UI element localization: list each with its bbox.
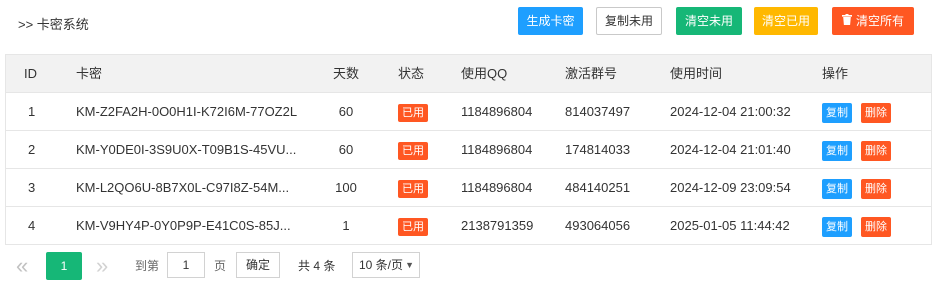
cell-id: 2 [28,142,36,157]
cell-card: KM-V9HY4P-0Y0P9P-E41C0S-85J... [76,218,291,233]
cell-qq: 1184896804 [461,180,533,195]
table-row: 1 KM-Z2FA2H-0O0H1I-K72I6M-77OZ2L 60 已用 1… [6,93,931,131]
total-count: 共 4 条 [298,259,336,273]
clear-all-label: 清空所有 [855,14,904,28]
prev-page-icon[interactable]: « [16,252,28,280]
page-unit-label: 页 [214,259,227,273]
cell-qq: 1184896804 [461,104,533,119]
col-header-days: 天数 [333,66,360,81]
cell-days: 60 [338,104,354,119]
delete-row-button[interactable]: 删除 [861,102,891,123]
top-bar: >> 卡密系统 生成卡密 复制未用 清空未用 清空已用 清空所有 [0,0,935,44]
cell-card: KM-L2QO6U-8B7X0L-C97I8Z-54M... [76,180,290,195]
col-header-group: 激活群号 [565,66,618,81]
col-header-status: 状态 [398,66,425,81]
next-page-icon[interactable]: » [96,252,108,280]
cell-status: 已用 [398,93,438,130]
cell-id: 1 [28,104,36,119]
page-size-value: 10 条/页 [359,258,404,272]
cell-status: 已用 [398,169,438,206]
status-badge: 已用 [398,103,428,122]
page-size-select[interactable]: 10 条/页 ▼ [352,252,420,278]
table-row: 4 KM-V9HY4P-0Y0P9P-E41C0S-85J... 1 已用 21… [6,207,931,245]
cell-time: 2025-01-05 11:44:42 [670,218,790,233]
cell-ops: 复制 删除 [822,131,922,168]
chevron-down-icon: ▼ [405,260,414,270]
cell-ops: 复制 删除 [822,93,922,130]
table-row: 3 KM-L2QO6U-8B7X0L-C97I8Z-54M... 100 已用 … [6,169,931,207]
cell-time: 2024-12-09 23:09:54 [670,180,791,195]
cell-group: 493064056 [565,218,631,233]
clear-all-button[interactable]: 清空所有 [832,7,914,35]
col-header-id: ID [24,66,37,81]
delete-row-button[interactable]: 删除 [861,140,891,161]
cell-qq: 2138791359 [461,218,534,233]
cell-ops: 复制 删除 [822,207,922,244]
col-header-card: 卡密 [76,66,103,81]
table-row: 2 KM-Y0DE0I-3S9U0X-T09B1S-45VU... 60 已用 … [6,131,931,169]
card-table: ID 卡密 天数 状态 使用QQ 激活群号 使用时间 操作 1 KM-Z2FA2… [5,54,932,245]
copy-row-button[interactable]: 复制 [822,102,852,123]
cell-status: 已用 [398,207,438,244]
pagination: « 1 » 到第 1 页 确定 共 4 条 10 条/页 ▼ [0,244,935,288]
cell-id: 4 [28,218,36,233]
copy-row-button[interactable]: 复制 [822,178,852,199]
copy-row-button[interactable]: 复制 [822,216,852,237]
cell-group: 484140251 [565,180,631,195]
cell-status: 已用 [398,131,438,168]
copy-unused-button[interactable]: 复制未用 [596,7,662,35]
confirm-button[interactable]: 确定 [236,252,280,278]
cell-time: 2024-12-04 21:01:40 [670,142,791,157]
cell-card: KM-Z2FA2H-0O0H1I-K72I6M-77OZ2L [76,104,298,119]
cell-id: 3 [28,180,36,195]
current-page-button[interactable]: 1 [46,252,82,280]
goto-label: 到第 [135,259,160,273]
cell-days: 60 [338,142,354,157]
copy-row-button[interactable]: 复制 [822,140,852,161]
cell-qq: 1184896804 [461,142,533,157]
clear-unused-button[interactable]: 清空未用 [676,7,742,35]
generate-card-button[interactable]: 生成卡密 [518,7,583,35]
cell-days: 100 [335,180,357,195]
col-header-ops: 操作 [822,66,849,81]
cell-card: KM-Y0DE0I-3S9U0X-T09B1S-45VU... [76,142,297,157]
col-header-time: 使用时间 [670,66,723,81]
status-badge: 已用 [398,179,428,198]
table-header: ID 卡密 天数 状态 使用QQ 激活群号 使用时间 操作 [6,55,931,93]
page-title: >> 卡密系统 [18,17,89,32]
cell-group: 814037497 [565,104,631,119]
col-header-qq: 使用QQ [461,66,508,81]
delete-row-button[interactable]: 删除 [861,178,891,199]
cell-group: 174814033 [565,142,631,157]
clear-used-button[interactable]: 清空已用 [754,7,818,35]
cell-ops: 复制 删除 [822,169,922,206]
page-number-input[interactable]: 1 [167,252,205,278]
delete-row-button[interactable]: 删除 [861,216,891,237]
status-badge: 已用 [398,217,428,236]
cell-time: 2024-12-04 21:00:32 [670,104,791,119]
cell-days: 1 [342,218,350,233]
status-badge: 已用 [398,141,428,160]
trash-icon [841,7,852,35]
